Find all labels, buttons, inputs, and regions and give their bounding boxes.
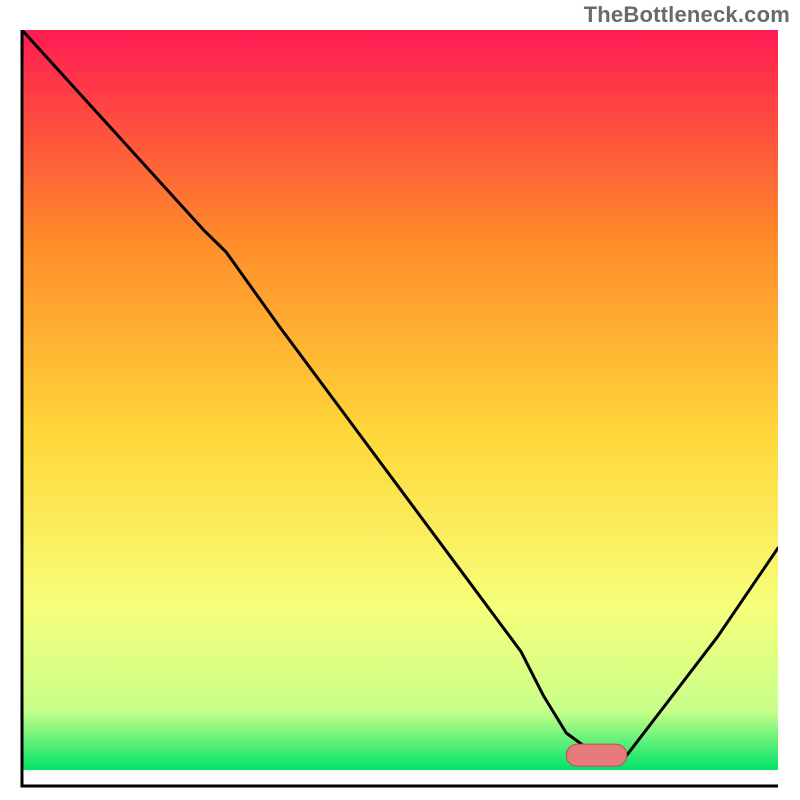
chart-svg xyxy=(20,28,780,788)
bottleneck-chart xyxy=(20,28,780,788)
gradient-background xyxy=(22,30,778,770)
optimal-range-marker xyxy=(566,744,627,766)
watermark-text: TheBottleneck.com xyxy=(584,2,790,28)
